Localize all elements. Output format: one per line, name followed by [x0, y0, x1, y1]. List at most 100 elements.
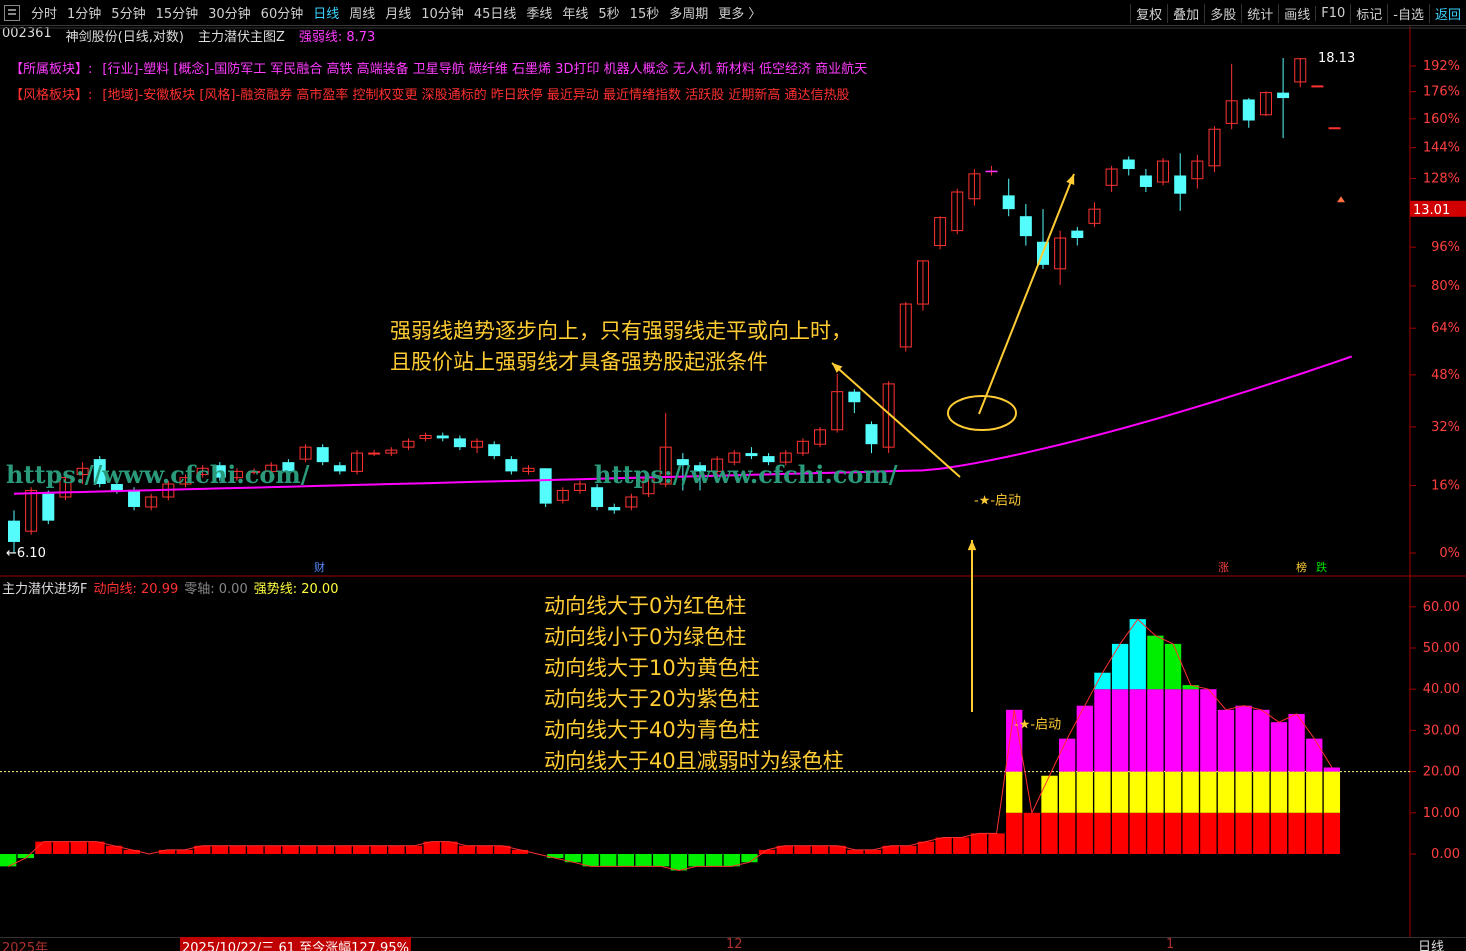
period-tab[interactable]: 45日线 — [469, 3, 522, 22]
price-axis-label: 48% — [1431, 368, 1460, 383]
period-tab[interactable]: 周线 — [344, 3, 380, 22]
sub-bar-red — [1270, 812, 1288, 854]
sub-indicator-name[interactable]: 主力潜伏进场F — [2, 578, 87, 597]
sub-bar-yellow — [1076, 771, 1093, 813]
direction-line-value: 20.99 — [141, 582, 179, 597]
price-axis-label: 160% — [1423, 112, 1460, 127]
tool-tab[interactable]: 标记 — [1350, 3, 1387, 23]
period-tab[interactable]: 年线 — [557, 3, 593, 22]
sub-bar-yellow — [1094, 771, 1111, 813]
tool-tab[interactable]: F10 — [1315, 5, 1350, 21]
sub-bar-yellow — [1182, 771, 1199, 813]
sub-bar-red — [935, 837, 952, 854]
sub-bar-top — [1182, 685, 1199, 690]
sub-bar-red — [917, 841, 935, 854]
period-tab[interactable]: 多周期 — [664, 3, 713, 22]
sub-bar-negative — [653, 854, 670, 867]
sub-bar-red — [988, 833, 1005, 854]
sub-annotation-line: 动向线大于0为红色柱 — [544, 594, 747, 618]
candle-down — [539, 468, 552, 504]
sub-bar-negative — [635, 854, 652, 867]
sub-bar-red — [317, 845, 334, 854]
price-axis-label: 144% — [1423, 141, 1460, 156]
candle-down — [608, 506, 621, 511]
tool-tab[interactable]: 复权 — [1130, 3, 1167, 23]
candle-down — [42, 493, 55, 521]
low-price-label: ←6.10 — [6, 546, 46, 561]
sub-bar-red — [1164, 812, 1182, 854]
sub-axis-label: 50.00 — [1423, 641, 1460, 656]
price-axis-label: 176% — [1423, 85, 1460, 100]
period-toolbar: 分时 1分钟 5分钟 15分钟 30分钟 60分钟 日线 周线 月线 10分钟 45日线 季线 年线 5秒… — [0, 0, 1466, 26]
sub-bar-magenta — [1094, 689, 1111, 772]
period-tab[interactable]: 分时 — [26, 3, 62, 22]
sub-bar-red — [353, 845, 370, 854]
period-tab[interactable]: 季线 — [521, 3, 557, 22]
sub-annotation-line: 动向线大于40且减弱时为绿色柱 — [544, 749, 844, 773]
period-tab[interactable]: 15分钟 — [151, 3, 204, 22]
sub-bar-red — [1023, 812, 1040, 854]
price-axis-label: 192% — [1423, 59, 1460, 74]
sub-bar-red — [864, 849, 882, 854]
period-tab[interactable]: 5分钟 — [106, 3, 150, 22]
sub-bar-top — [1147, 635, 1164, 690]
event-marker-zhang: 涨 — [1218, 561, 1229, 574]
price-axis-label: 80% — [1431, 279, 1460, 294]
candle-up — [368, 452, 381, 455]
tool-tab[interactable]: 统计 — [1241, 3, 1278, 23]
sub-bar-negative — [582, 854, 599, 867]
sub-annotation-line: 动向线大于20为紫色柱 — [544, 687, 760, 711]
candle-down — [488, 444, 501, 457]
candle-down — [453, 438, 466, 448]
main-annotation-line: 且股价站上强弱线才具备强势股起涨条件 — [390, 350, 768, 374]
tool-tab[interactable]: 画线 — [1278, 3, 1315, 23]
tool-tab[interactable]: 多股 — [1204, 3, 1241, 23]
sub-bar-yellow — [1129, 771, 1146, 813]
sub-bar-red — [1006, 812, 1023, 854]
sub-bar-red — [1041, 812, 1058, 854]
period-tab[interactable]: 更多 〉 — [713, 3, 766, 22]
tool-tab[interactable]: 返回 — [1428, 3, 1466, 23]
sub-bar-red — [900, 845, 917, 854]
sub-bar-red — [211, 845, 229, 854]
sub-bar-magenta — [1235, 705, 1252, 772]
price-axis-label: 128% — [1423, 171, 1460, 186]
period-tab[interactable]: 月线 — [380, 3, 416, 22]
sub-bar-red — [229, 845, 246, 854]
sub-bar-yellow — [1006, 771, 1023, 813]
sub-bar-yellow — [1288, 771, 1305, 813]
sub-bar-red — [158, 849, 176, 854]
sub-bar-negative — [706, 854, 723, 867]
tool-tab[interactable]: 叠加 — [1167, 3, 1204, 23]
sub-bar-red — [282, 845, 299, 854]
candle-down — [333, 465, 346, 472]
sub-bar-yellow — [1270, 771, 1288, 813]
tool-tab[interactable]: -自选 — [1387, 3, 1429, 23]
period-tab[interactable]: 1分钟 — [62, 3, 106, 22]
sub-bar-red — [1217, 812, 1235, 854]
watermark-center: https://www.cfchi.com/ — [594, 460, 898, 489]
zero-axis-value: 0.00 — [218, 582, 248, 597]
month-label-1: 1 — [1166, 937, 1175, 951]
sub-bar-red — [970, 833, 988, 854]
menu-icon[interactable] — [4, 4, 20, 21]
period-tab[interactable]: 10分钟 — [416, 3, 469, 22]
period-tab[interactable]: 15秒 — [625, 3, 665, 22]
sub-bar-red — [335, 845, 352, 854]
sub-bar-red — [1059, 812, 1076, 854]
period-tab[interactable]: 日线 — [308, 3, 344, 22]
sub-bar-red — [847, 849, 864, 854]
period-tab[interactable]: 30分钟 — [203, 3, 256, 22]
candle-down — [1071, 230, 1084, 239]
sub-bar-negative — [723, 854, 740, 867]
period-tab[interactable]: 5秒 — [593, 3, 624, 22]
current-price-label: 13.01 — [1413, 203, 1450, 218]
period-tab[interactable]: 60分钟 — [256, 3, 309, 22]
sub-annotation-line: 动向线小于0为绿色柱 — [544, 625, 747, 649]
sub-bar-red — [1200, 812, 1217, 854]
sub-bar-red — [405, 845, 423, 854]
period-label[interactable]: 日线 — [1418, 936, 1444, 951]
sub-bar-red — [1288, 812, 1305, 854]
event-marker-die: 跌 — [1316, 560, 1327, 574]
sub-axis-label: 20.00 — [1423, 765, 1460, 780]
